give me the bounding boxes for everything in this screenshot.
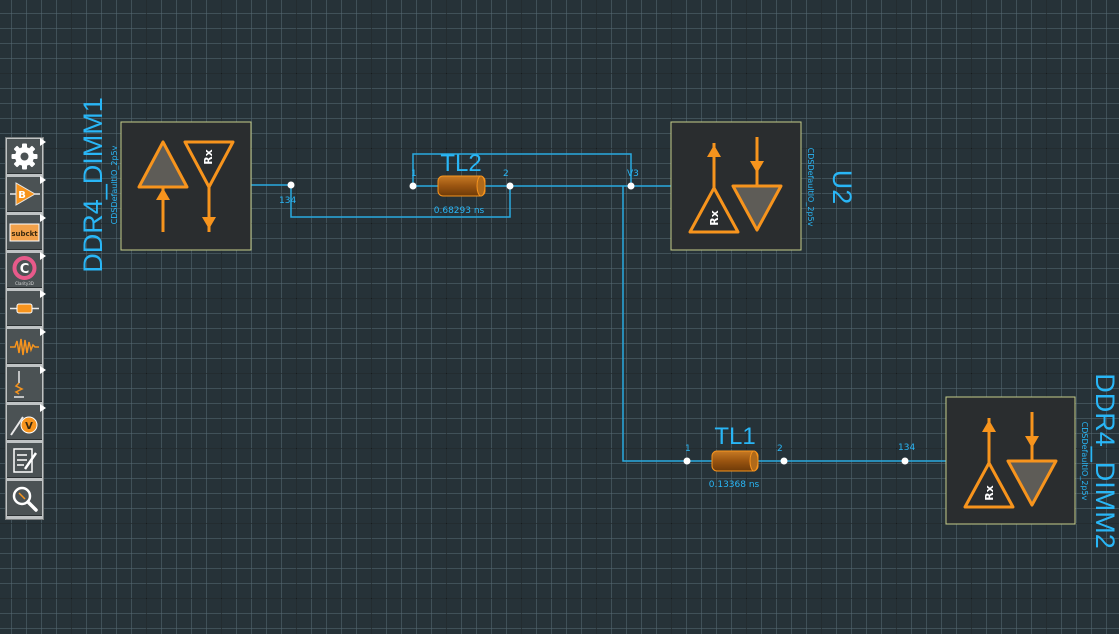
junction-u2[interactable] xyxy=(627,182,635,190)
buffer-button[interactable]: B xyxy=(7,176,46,212)
ground-icon xyxy=(14,371,24,398)
zoom-button[interactable] xyxy=(7,481,42,516)
transmission-line-button[interactable] xyxy=(7,328,46,364)
junction-dimm2[interactable] xyxy=(901,457,909,465)
ground-button[interactable] xyxy=(7,366,46,402)
tl2-name[interactable]: TL2 xyxy=(440,150,481,177)
submenu-arrow-icon xyxy=(40,214,46,222)
submenu-arrow-icon xyxy=(40,138,46,146)
settings-button[interactable] xyxy=(7,138,46,174)
submenu-arrow-icon xyxy=(40,176,46,184)
tl1-name[interactable]: TL1 xyxy=(714,423,755,450)
resistor-icon xyxy=(10,303,39,314)
voltage-probe-icon: V xyxy=(10,416,38,436)
u2-rx-label: Rx xyxy=(708,210,721,226)
subckt-icon: subckt xyxy=(9,223,40,242)
submenu-arrow-icon xyxy=(40,366,46,374)
zoom-icon xyxy=(12,486,38,512)
buffer-b-icon: B xyxy=(10,182,40,206)
buffer-b-letter: B xyxy=(18,190,26,201)
junction-tl2-pin2[interactable] xyxy=(506,182,514,190)
subckt-label: subckt xyxy=(11,230,38,238)
tl2-delay: 0.68293 ns xyxy=(434,206,485,216)
junction-dimm1[interactable] xyxy=(287,181,295,189)
voltage-probe-button[interactable]: V xyxy=(7,404,46,440)
subckt-button[interactable]: subckt xyxy=(7,214,46,250)
voltage-probe-letter: V xyxy=(25,421,33,432)
notes-icon xyxy=(13,448,38,473)
u2-name[interactable]: U2 xyxy=(827,170,857,205)
dimm1-rx-label: Rx xyxy=(202,149,215,165)
submenu-arrow-icon xyxy=(40,290,46,298)
junction-tl1-pin2[interactable] xyxy=(780,457,788,465)
gear-icon xyxy=(11,143,38,170)
schematic-canvas[interactable]: Rx DDR4_DIMM1 CDSDefaultIO_2p5v 134 TL2 … xyxy=(0,0,1119,634)
component-tl2[interactable]: TL2 1 2 0.68293 ns xyxy=(411,150,509,216)
tl2-pin1: 1 xyxy=(411,169,417,179)
dimm2-rx-label: Rx xyxy=(983,485,996,501)
tl2-pin2: 2 xyxy=(503,169,509,179)
clarity-button[interactable]: C Clarity3D xyxy=(7,252,46,288)
component-tl1[interactable]: TL1 1 2 0.13368 ns xyxy=(685,423,783,490)
dimm2-pin-label: 134 xyxy=(898,443,915,453)
tl1-pin1: 1 xyxy=(685,444,691,454)
waveform-icon xyxy=(10,338,39,356)
component-toolbar: B subckt C Clarity3D V xyxy=(5,137,46,520)
dimm1-pin-label: 134 xyxy=(279,196,296,206)
resistor-button[interactable] xyxy=(7,290,46,326)
submenu-arrow-icon xyxy=(40,252,46,260)
clarity-letter: C xyxy=(20,262,30,277)
u2-model: CDSDefaultIO_2p5v xyxy=(806,148,815,227)
junction-tl1-pin1[interactable] xyxy=(683,457,691,465)
clarity-icon: C Clarity3D xyxy=(12,256,37,286)
dimm1-name[interactable]: DDR4_DIMM1 xyxy=(78,97,108,273)
submenu-arrow-icon xyxy=(40,328,46,336)
dimm1-model: CDSDefaultIO_2p5v xyxy=(110,145,119,224)
notes-button[interactable] xyxy=(7,443,42,478)
u2-pin-label: V3 xyxy=(627,169,639,179)
junction-tl2-pin1[interactable] xyxy=(409,182,417,190)
dimm2-name[interactable]: DDR4_DIMM2 xyxy=(1090,373,1119,549)
dimm2-model: CDSDefaultIO_2p5v xyxy=(1080,422,1089,501)
submenu-arrow-icon xyxy=(40,404,46,412)
clarity-caption: Clarity3D xyxy=(15,281,34,286)
tl1-pin2: 2 xyxy=(777,444,783,454)
tl1-delay: 0.13368 ns xyxy=(709,480,760,490)
